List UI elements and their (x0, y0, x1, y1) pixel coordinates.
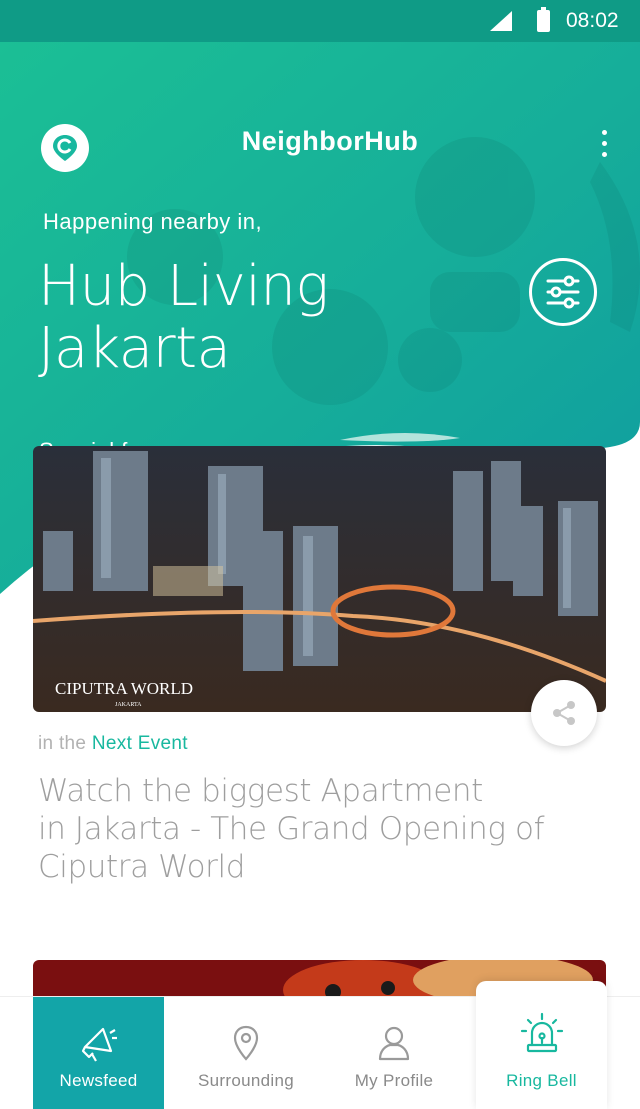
nav-surrounding[interactable]: Surrounding (180, 997, 312, 1109)
status-bar: 08:02 (0, 0, 640, 42)
event-image[interactable]: CIPUTRA WORLD JAKARTA (33, 446, 606, 712)
share-icon (553, 701, 575, 725)
bottom-navigation: Newsfeed Surrounding My Profile Ring Bel… (0, 981, 640, 1109)
app-title: NeighborHub (241, 126, 419, 156)
location-line-1: Hub Living (38, 254, 329, 319)
nearby-label: Happening nearby in, (43, 209, 263, 234)
location-name[interactable]: Hub Living Jakarta (38, 256, 329, 380)
event-kicker: in the Next Event (38, 733, 188, 755)
event-title-line: Watch the biggest Apartment (38, 773, 483, 809)
nav-label: Newsfeed (59, 1071, 138, 1090)
user-icon (378, 1026, 410, 1061)
event-title-line: Ciputra World (38, 849, 245, 885)
nav-newsfeed[interactable]: Newsfeed (33, 997, 164, 1109)
nav-ring-bell[interactable]: Ring Bell (476, 981, 607, 1109)
nav-label: My Profile (354, 1071, 434, 1090)
event-title[interactable]: Watch the biggest Apartment in Jakarta -… (38, 772, 598, 886)
overflow-menu-icon[interactable] (596, 130, 612, 164)
share-button[interactable] (531, 680, 597, 746)
kicker-prefix: in the (38, 733, 87, 754)
nav-label: Surrounding (198, 1071, 294, 1090)
alarm-siren-icon (520, 1012, 563, 1053)
location-pin-icon (233, 1025, 259, 1061)
ciputra-logo-subtext: JAKARTA (115, 702, 142, 708)
signal-icon (490, 11, 512, 31)
event-title-line: in Jakarta - The Grand Opening of (38, 811, 545, 847)
nav-my-profile[interactable]: My Profile (328, 997, 460, 1109)
city-skyline-image: CIPUTRA WORLD JAKARTA (33, 446, 606, 712)
ciputra-logo-text: CIPUTRA WORLD (55, 679, 193, 698)
kicker-accent[interactable]: Next Event (92, 733, 188, 754)
status-time: 08:02 (566, 9, 619, 32)
filter-button[interactable] (529, 258, 597, 326)
location-line-2: Jakarta (38, 316, 231, 381)
battery-icon (537, 7, 550, 32)
nav-label: Ring Bell (506, 1071, 577, 1090)
sliders-icon (546, 275, 580, 309)
megaphone-icon (81, 1027, 117, 1062)
